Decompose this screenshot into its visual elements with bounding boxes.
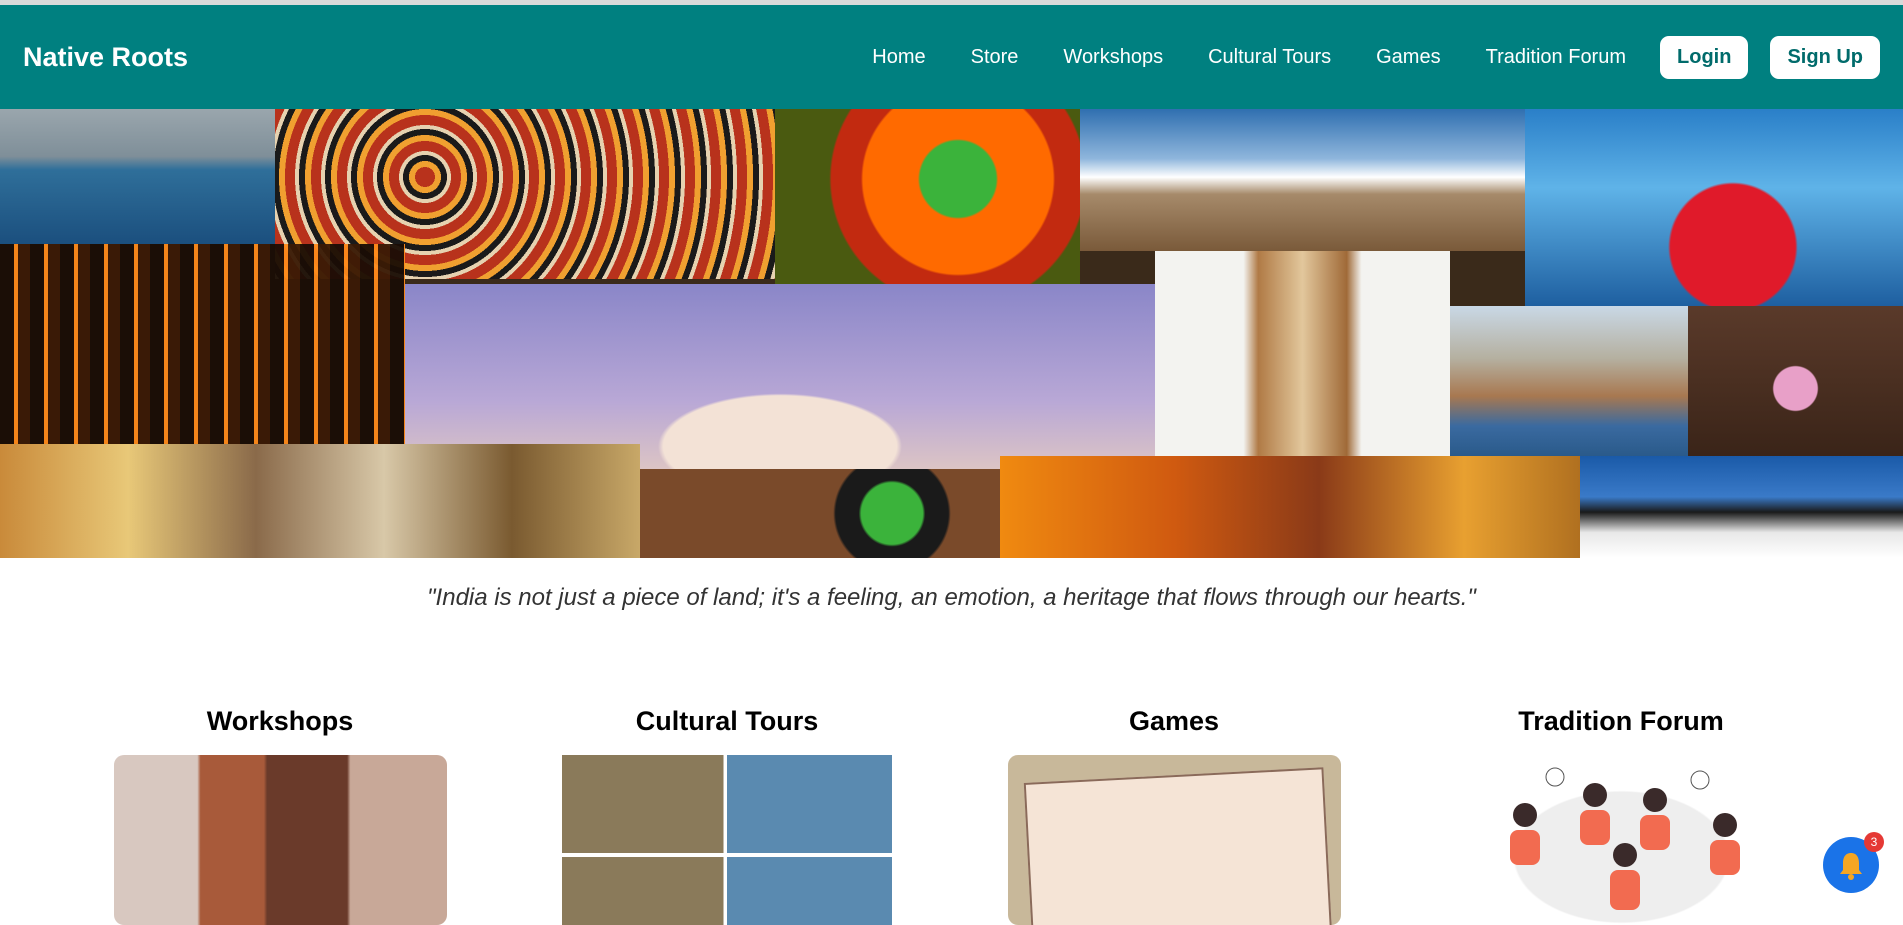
cultural-tours-image[interactable] bbox=[562, 755, 892, 925]
games-image[interactable] bbox=[1007, 755, 1341, 925]
collage-temple-dancer-image bbox=[1688, 306, 1903, 456]
collage-dancers-image bbox=[1525, 109, 1903, 306]
tour-photo-grid bbox=[562, 853, 892, 857]
brand-logo[interactable]: Native Roots bbox=[23, 42, 188, 73]
collage-temple-image bbox=[0, 444, 640, 558]
site-header: Native Roots Home Store Workshops Cultur… bbox=[0, 5, 1903, 109]
nav-tradition-forum[interactable]: Tradition Forum bbox=[1486, 46, 1626, 69]
collage-lake-image bbox=[0, 109, 275, 244]
section-title: Workshops bbox=[206, 706, 354, 736]
collage-mountains-image bbox=[1080, 109, 1525, 251]
hero-collage bbox=[0, 109, 1903, 558]
tradition-forum-image[interactable] bbox=[1454, 755, 1788, 925]
collage-woman-image bbox=[1000, 456, 1580, 558]
main-nav: Home Store Workshops Cultural Tours Game… bbox=[827, 35, 1880, 79]
nav-workshops[interactable]: Workshops bbox=[1063, 46, 1163, 69]
section-title: Cultural Tours bbox=[635, 706, 819, 736]
signup-button[interactable]: Sign Up bbox=[1770, 35, 1880, 79]
section-workshops[interactable]: Workshops bbox=[110, 706, 450, 925]
nav-store[interactable]: Store bbox=[971, 46, 1019, 69]
collage-kathakali-makeup-image bbox=[640, 469, 1000, 558]
notification-count-badge: 3 bbox=[1864, 832, 1884, 852]
collage-kathakali-image bbox=[775, 109, 1080, 284]
nav-cultural-tours[interactable]: Cultural Tours bbox=[1208, 46, 1331, 69]
people-discussion-illustration bbox=[1509, 767, 1740, 910]
collage-snow-mountain-image bbox=[1580, 456, 1903, 558]
login-button[interactable]: Login bbox=[1660, 35, 1749, 79]
section-title: Games bbox=[1128, 706, 1220, 736]
hero-quote: "India is not just a piece of land; it's… bbox=[427, 584, 1476, 611]
workshops-image[interactable] bbox=[113, 755, 447, 925]
nav-games[interactable]: Games bbox=[1376, 46, 1440, 69]
section-title: Tradition Forum bbox=[1518, 706, 1724, 736]
section-games[interactable]: Games bbox=[1004, 706, 1344, 925]
collage-ghat-image bbox=[1450, 306, 1688, 456]
section-cultural-tours[interactable]: Cultural Tours bbox=[557, 706, 897, 925]
section-tradition-forum[interactable]: Tradition Forum bbox=[1451, 706, 1791, 925]
nav-home[interactable]: Home bbox=[872, 46, 925, 69]
game-board-icon bbox=[1023, 767, 1332, 925]
bell-icon bbox=[1840, 853, 1862, 880]
